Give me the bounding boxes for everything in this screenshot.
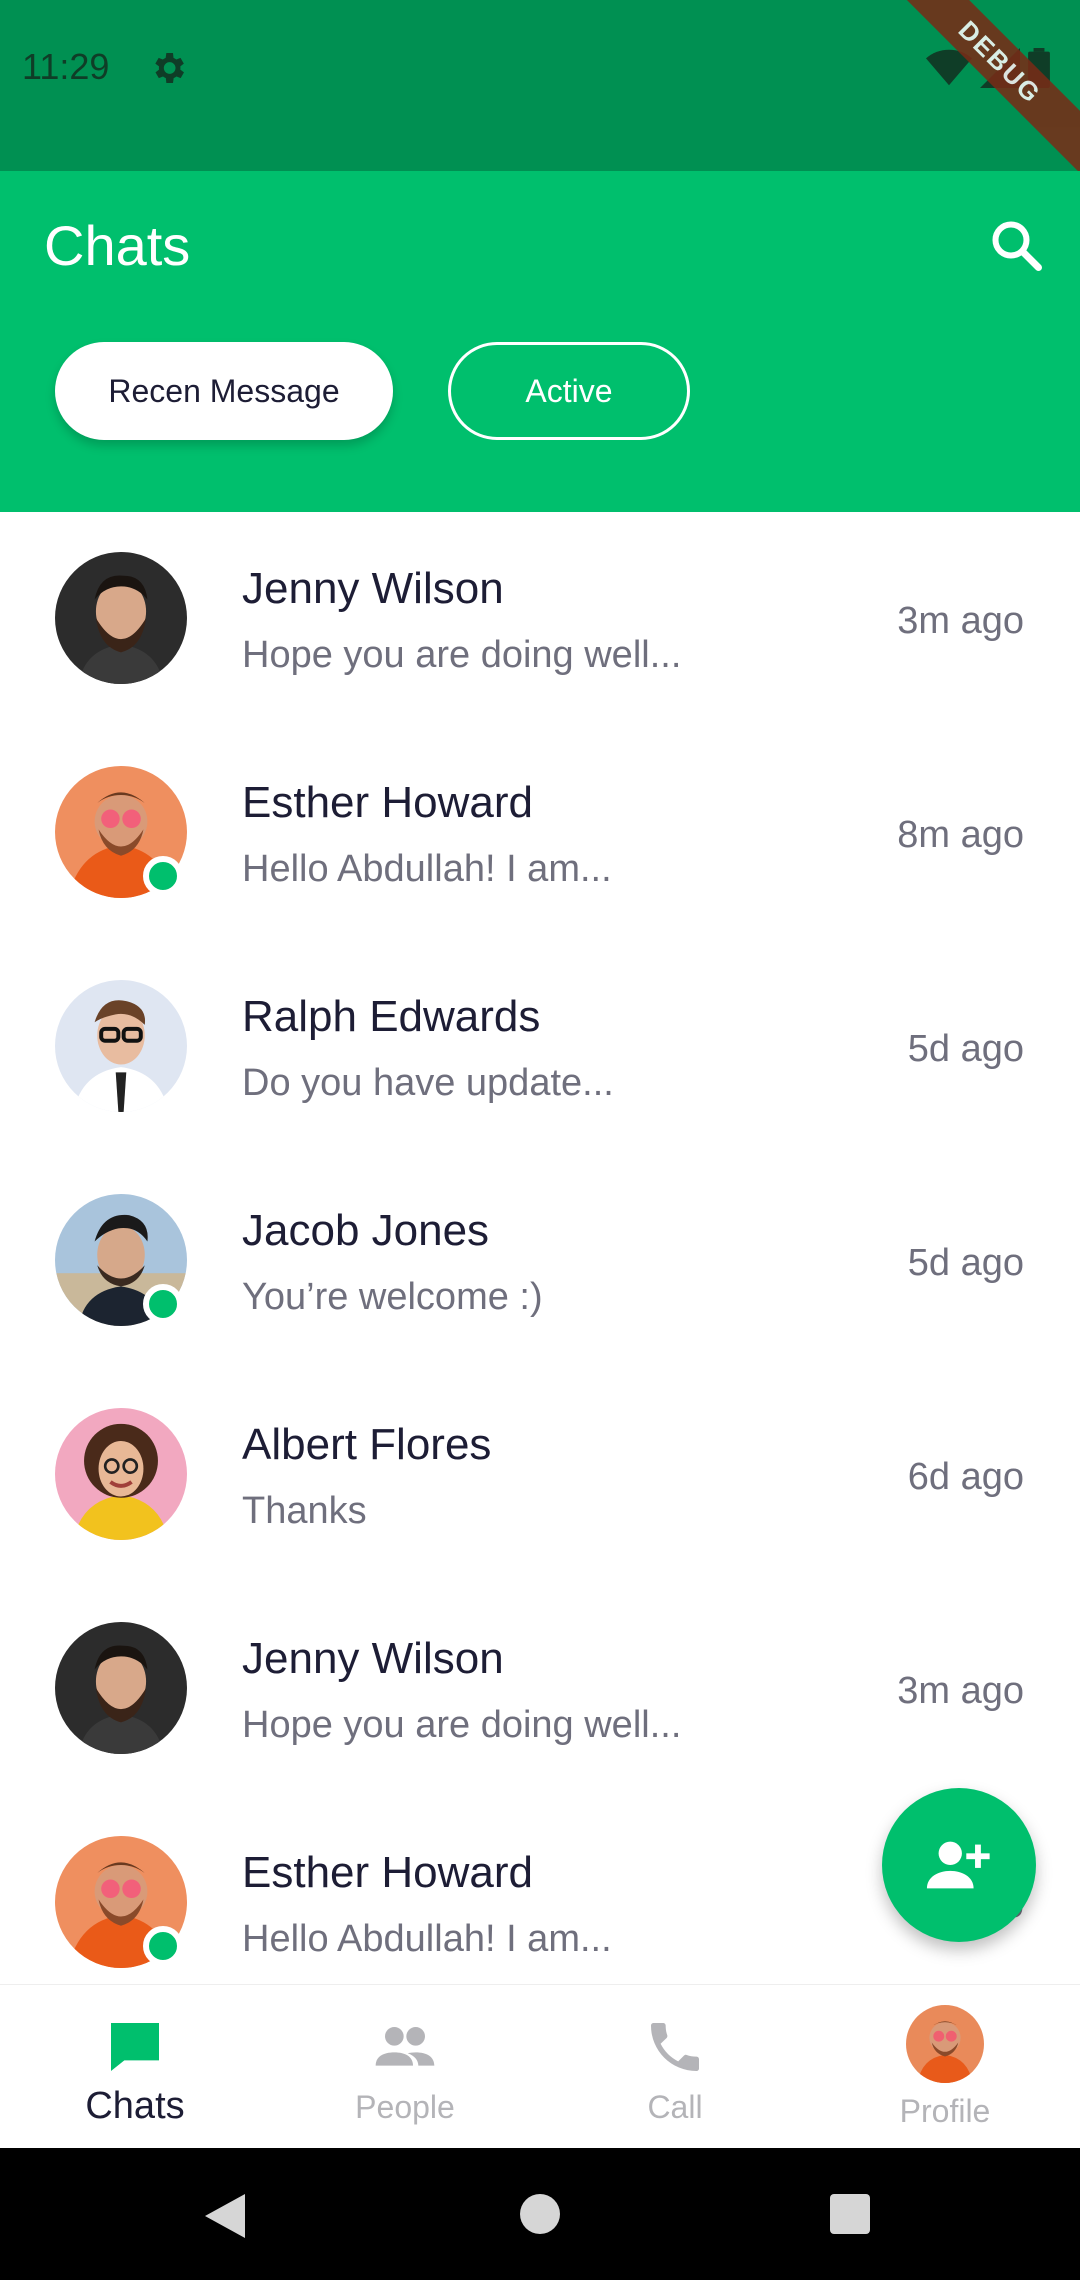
chat-timestamp: 5d ago (907, 1028, 1024, 1070)
chat-last-message: Hello Abdullah! I am... (242, 848, 612, 890)
chat-list-item[interactable]: Jenny Wilson Hope you are doing well... 3m… (0, 512, 1080, 726)
status-time: 11:29 (22, 46, 110, 87)
bottom-navigation: Chats People Call Profile (0, 1984, 1080, 2148)
people-icon (375, 2027, 435, 2066)
chat-name: Ralph Edwards (242, 992, 541, 1041)
profile-avatar (906, 2005, 984, 2083)
settings-gear-icon (155, 53, 184, 83)
chat-last-message: Hello Abdullah! I am... (242, 1918, 612, 1960)
recents-icon[interactable] (830, 2194, 870, 2234)
debug-ribbon: DEBUG (878, 0, 1080, 184)
chat-name: Esther Howard (242, 778, 534, 827)
avatar (55, 1408, 187, 1540)
nav-profile[interactable]: Profile (810, 1985, 1080, 2149)
app-bar: Chats Recen Message Active (0, 171, 1080, 512)
chat-last-message: Hope you are doing well... (242, 634, 682, 676)
chat-last-message: Thanks (242, 1490, 367, 1532)
chat-name: Jenny Wilson (242, 564, 504, 613)
chat-last-message: Hope you are doing well... (242, 1704, 682, 1746)
online-status-dot (143, 1284, 183, 1324)
avatar (55, 980, 187, 1112)
chat-last-message: You’re welcome :) (242, 1276, 543, 1318)
online-status-dot (143, 856, 183, 896)
nav-people-label: People (355, 2089, 455, 2125)
nav-chats[interactable]: Chats (0, 1985, 270, 2149)
add-contact-button[interactable] (882, 1788, 1036, 1942)
chat-last-message: Do you have update... (242, 1062, 614, 1104)
chat-list-item[interactable]: Ralph Edwards Do you have update... 5d ago (0, 940, 1080, 1154)
nav-call-label: Call (647, 2089, 703, 2125)
system-navigation-bar (0, 2148, 1080, 2280)
nav-chats-label: Chats (85, 2085, 185, 2127)
chat-timestamp: 5d ago (907, 1242, 1024, 1284)
page-title: Chats (44, 214, 191, 277)
chat-name: Esther Howard (242, 1848, 534, 1897)
avatar (55, 552, 187, 684)
avatar (55, 1622, 187, 1754)
chat-name: Jacob Jones (242, 1206, 490, 1255)
chat-list-item[interactable]: Esther Howard Hello Abdullah! I am... 8m a… (0, 726, 1080, 940)
search-icon[interactable] (986, 215, 1046, 275)
chat-name: Albert Flores (242, 1420, 492, 1469)
chat-timestamp: 3m ago (897, 600, 1024, 642)
chat-list-item[interactable]: Albert Flores Thanks 6d ago (0, 1368, 1080, 1582)
online-status-dot (143, 1926, 183, 1966)
home-icon[interactable] (520, 2194, 560, 2234)
status-bar: 11:29 DEBUG (0, 0, 1080, 184)
chat-name: Jenny Wilson (242, 1634, 504, 1683)
back-icon[interactable] (205, 2194, 245, 2238)
phone-icon (651, 2023, 699, 2071)
chat-timestamp: 8m ago (897, 814, 1024, 856)
chat-list-item[interactable]: Jacob Jones You’re welcome :) 5d ago (0, 1154, 1080, 1368)
chat-timestamp: 6d ago (907, 1456, 1024, 1498)
person-add-icon (926, 1841, 990, 1889)
chat-list: Jenny Wilson Hope you are doing well... 3m… (0, 512, 1080, 1984)
filter-active-button[interactable]: Active (448, 342, 690, 440)
nav-profile-label: Profile (899, 2093, 991, 2129)
chat-timestamp: 3m ago (897, 1670, 1024, 1712)
filter-recent-message-button[interactable]: Recen Message (55, 342, 393, 440)
chat-bubble-icon (111, 2023, 159, 2071)
chat-list-item[interactable]: Jenny Wilson Hope you are doing well... 3m… (0, 1582, 1080, 1796)
nav-people[interactable]: People (270, 1985, 540, 2149)
nav-call[interactable]: Call (540, 1985, 810, 2149)
